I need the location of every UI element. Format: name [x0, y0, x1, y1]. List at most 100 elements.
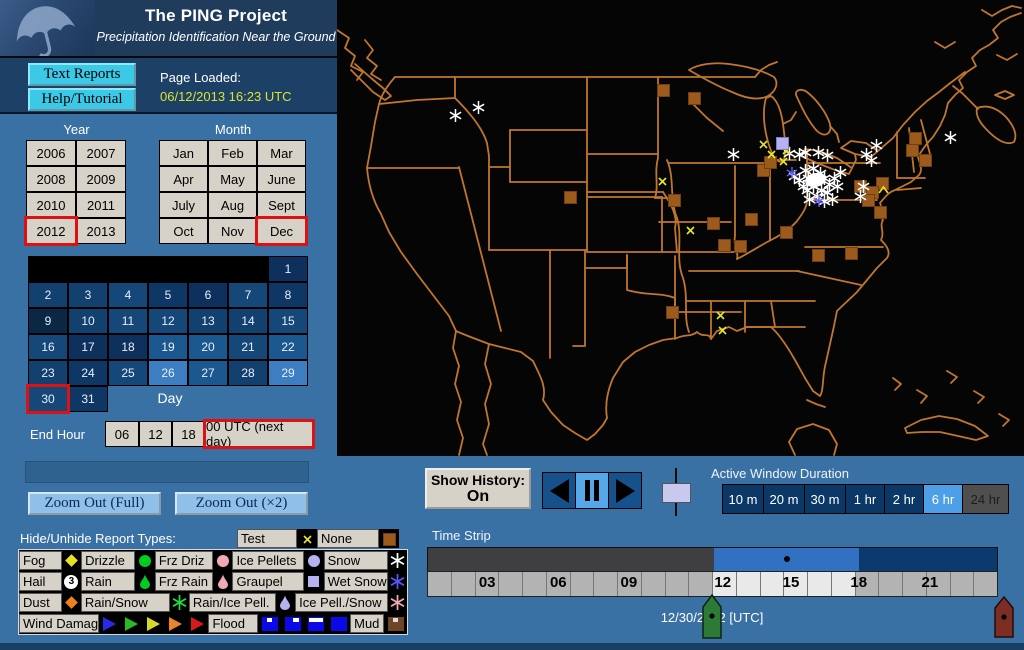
legend-item-rain-snow[interactable]: Rain/Snow — [80, 593, 170, 612]
day-button-8[interactable]: 8 — [268, 282, 308, 308]
month-button-apr[interactable]: Apr — [159, 166, 208, 192]
text-reports-button[interactable]: Text Reports — [28, 63, 136, 86]
duration-button-24-hr[interactable]: 24 hr — [963, 485, 1008, 513]
time-strip-cell[interactable] — [450, 572, 475, 596]
time-strip-cell[interactable] — [522, 572, 546, 596]
legend-item-fog[interactable]: Fog — [19, 551, 62, 570]
end-hour-button-00-utc-next-day[interactable]: 00 UTC (next day) — [203, 419, 315, 449]
legend-item-frz-rain[interactable]: Frz Rain — [154, 572, 214, 591]
time-strip-cell[interactable] — [759, 572, 784, 596]
asterisk-pink-icon[interactable] — [388, 592, 407, 613]
day-button-23[interactable]: 23 — [28, 360, 68, 386]
test-x-icon[interactable] — [297, 529, 317, 550]
day-button-22[interactable]: 22 — [268, 334, 308, 360]
flood-square-icon[interactable] — [258, 613, 281, 634]
circle-lavender-icon[interactable] — [304, 550, 323, 571]
time-strip-cell[interactable] — [807, 572, 831, 596]
day-button-15[interactable]: 15 — [268, 308, 308, 334]
time-strip-start-marker[interactable] — [702, 593, 722, 644]
square-lavender-icon[interactable] — [304, 571, 323, 592]
month-button-dec[interactable]: Dec — [255, 216, 308, 246]
day-button-14[interactable]: 14 — [228, 308, 268, 334]
year-button-2010[interactable]: 2010 — [26, 192, 76, 218]
duration-button-20-m[interactable]: 20 m — [764, 485, 805, 513]
day-button-5[interactable]: 5 — [148, 282, 188, 308]
day-button-10[interactable]: 10 — [68, 308, 108, 334]
month-button-sept[interactable]: Sept — [257, 192, 306, 218]
legend-item-frz-driz[interactable]: Frz Driz — [154, 551, 214, 570]
playback-forward-button[interactable] — [609, 473, 641, 508]
legend-item-test[interactable]: Test — [237, 529, 297, 548]
time-window-past-segment[interactable] — [428, 548, 715, 571]
time-strip-cell[interactable] — [688, 572, 712, 596]
day-button-25[interactable]: 25 — [108, 360, 148, 386]
day-button-2[interactable]: 2 — [28, 282, 68, 308]
day-button-12[interactable]: 12 — [148, 308, 188, 334]
wind-damage-triangle-icon[interactable] — [121, 613, 143, 634]
wind-damage-triangle-icon[interactable] — [143, 613, 165, 634]
asterisk-blue-icon[interactable] — [388, 571, 407, 592]
month-button-jan[interactable]: Jan — [159, 140, 208, 166]
legend-item-rain[interactable]: Rain — [81, 572, 136, 591]
month-button-oct[interactable]: Oct — [159, 218, 208, 244]
end-hour-button-06[interactable]: 06 — [105, 421, 139, 447]
time-window-future-segment[interactable] — [859, 548, 997, 571]
year-button-2006[interactable]: 2006 — [26, 140, 76, 166]
time-strip-cell[interactable] — [664, 572, 689, 596]
month-button-may[interactable]: May — [208, 166, 257, 192]
day-button-1[interactable]: 1 — [268, 256, 308, 282]
end-hour-button-18[interactable]: 18 — [172, 421, 205, 447]
wind-damage-triangle-icon[interactable] — [99, 613, 121, 634]
day-button-16[interactable]: 16 — [28, 334, 68, 360]
day-button-13[interactable]: 13 — [188, 308, 228, 334]
legend-item-dust[interactable]: Dust — [19, 593, 62, 612]
month-button-nov[interactable]: Nov — [208, 218, 257, 244]
mud-square-icon[interactable] — [384, 613, 407, 634]
legend-item-ice-pell-snow[interactable]: Ice Pell./Snow — [295, 593, 388, 612]
year-button-2009[interactable]: 2009 — [76, 166, 126, 192]
playback-back-button[interactable] — [543, 473, 576, 508]
month-button-mar[interactable]: Mar — [257, 140, 306, 166]
duration-button-1-hr[interactable]: 1 hr — [846, 485, 885, 513]
year-button-2012[interactable]: 2012 — [24, 216, 78, 246]
legend-item-mud[interactable]: Mud — [350, 614, 385, 633]
legend-item-rain-ice-pell[interactable]: Rain/Ice Pell. — [188, 593, 276, 612]
month-button-aug[interactable]: Aug — [208, 192, 257, 218]
day-button-4[interactable]: 4 — [108, 282, 148, 308]
day-button-27[interactable]: 27 — [188, 360, 228, 386]
day-button-28[interactable]: 28 — [228, 360, 268, 386]
end-hour-button-12[interactable]: 12 — [139, 421, 172, 447]
year-button-2008[interactable]: 2008 — [26, 166, 76, 192]
zoom-out-full-button[interactable]: Zoom Out (Full) — [28, 492, 161, 515]
flood-square-icon[interactable] — [327, 613, 350, 634]
asterisk-green-icon[interactable] — [170, 592, 189, 613]
wind-damage-triangle-icon[interactable] — [187, 613, 209, 634]
zoom-out-2-button[interactable]: Zoom Out (×2) — [175, 492, 308, 515]
playback-pause-button[interactable] — [576, 473, 609, 508]
help-tutorial-button[interactable]: Help/Tutorial — [28, 88, 136, 111]
day-button-17[interactable]: 17 — [68, 334, 108, 360]
wind-damage-triangle-icon[interactable] — [165, 613, 187, 634]
flood-square-icon[interactable] — [304, 613, 327, 634]
day-button-21[interactable]: 21 — [228, 334, 268, 360]
duration-button-10-m[interactable]: 10 m — [723, 485, 764, 513]
day-button-7[interactable]: 7 — [228, 282, 268, 308]
time-strip-cell[interactable] — [428, 572, 451, 596]
duration-button-30-m[interactable]: 30 m — [805, 485, 846, 513]
year-button-2013[interactable]: 2013 — [76, 218, 126, 244]
none-square-icon[interactable] — [379, 529, 399, 550]
show-history-button[interactable]: Show History: On — [425, 468, 531, 509]
day-button-30[interactable]: 30 — [26, 384, 70, 414]
month-button-feb[interactable]: Feb — [208, 140, 257, 166]
time-strip-cell[interactable] — [973, 572, 997, 596]
us-map[interactable] — [337, 0, 1024, 456]
drop-lavender-icon[interactable] — [276, 592, 295, 613]
diamond-yellow-icon[interactable] — [62, 550, 81, 571]
time-strip-cell[interactable] — [498, 572, 522, 596]
duration-button-2-hr[interactable]: 2 hr — [885, 485, 924, 513]
year-button-2007[interactable]: 2007 — [76, 140, 126, 166]
drop-green-icon[interactable] — [135, 571, 154, 592]
day-button-9[interactable]: 9 — [28, 308, 68, 334]
legend-item-drizzle[interactable]: Drizzle — [81, 551, 136, 570]
legend-item-flood[interactable]: Flood — [208, 614, 259, 633]
